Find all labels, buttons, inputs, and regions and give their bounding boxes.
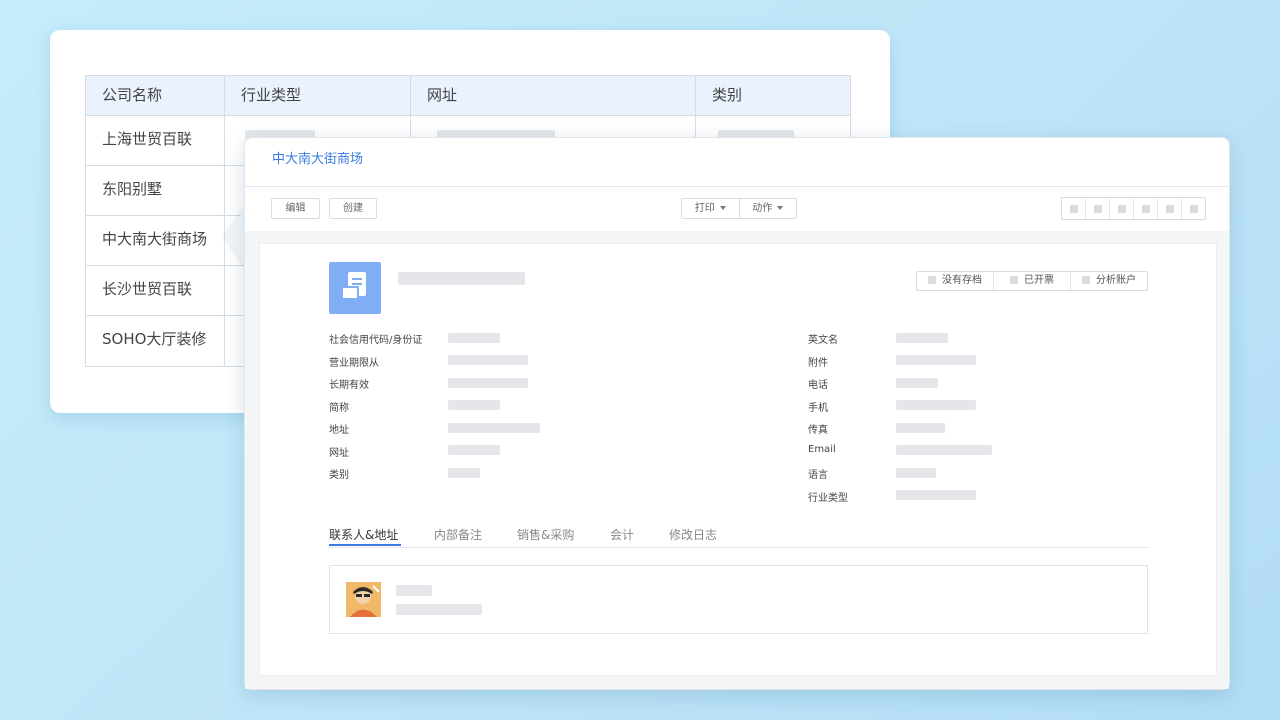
field-label-category: 类别 bbox=[329, 470, 349, 481]
field-label-website: 网址 bbox=[329, 448, 349, 459]
field-value-phone[interactable] bbox=[896, 378, 938, 388]
print-action-group: 打印 动作 bbox=[681, 198, 797, 219]
header-category[interactable]: 类别 bbox=[696, 76, 850, 115]
not-archived-label: 没有存档 bbox=[942, 275, 982, 286]
checkbox-icon bbox=[1082, 276, 1090, 284]
field-label-long-term: 长期有效 bbox=[329, 380, 369, 391]
tab-internal-notes[interactable]: 内部备注 bbox=[434, 526, 482, 543]
field-label-credit-code: 社会信用代码/身份证 bbox=[329, 335, 423, 346]
field-value-business-term[interactable] bbox=[448, 355, 528, 365]
company-name-cell[interactable]: 上海世贸百联 bbox=[86, 116, 225, 165]
company-name-cell[interactable]: 东阳别墅 bbox=[86, 166, 225, 215]
detail-tabs: 联系人&地址 内部备注 销售&采购 会计 修改日志 bbox=[329, 523, 1148, 548]
field-value-attachment[interactable] bbox=[896, 355, 976, 365]
invoiced-button[interactable]: 已开票 bbox=[994, 272, 1071, 290]
field-label-short-name: 简称 bbox=[329, 403, 349, 414]
analytic-account-label: 分析账户 bbox=[1096, 275, 1136, 286]
field-value-mobile[interactable] bbox=[896, 400, 976, 410]
view-switcher bbox=[1061, 197, 1206, 220]
field-label-phone: 电话 bbox=[808, 380, 828, 391]
field-label-mobile: 手机 bbox=[808, 403, 828, 414]
view-icon[interactable] bbox=[1134, 198, 1158, 219]
company-name-cell[interactable]: SOHO大厅装修 bbox=[86, 316, 225, 366]
field-label-fax: 传真 bbox=[808, 425, 828, 436]
view-icon[interactable] bbox=[1086, 198, 1110, 219]
contact-avatar bbox=[346, 582, 381, 617]
contact-name-placeholder bbox=[396, 585, 432, 596]
not-archived-button[interactable]: 没有存档 bbox=[917, 272, 994, 290]
header-company-name[interactable]: 公司名称 bbox=[86, 76, 225, 115]
field-value-address[interactable] bbox=[448, 423, 540, 433]
field-label-english-name: 英文名 bbox=[808, 335, 838, 346]
print-dropdown[interactable]: 打印 bbox=[682, 199, 740, 218]
company-name-cell[interactable]: 中大南大街商场 bbox=[86, 216, 225, 265]
field-value-industry-type[interactable] bbox=[896, 490, 976, 500]
field-value-english-name[interactable] bbox=[896, 333, 948, 343]
company-detail-card: 中大南大街商场 编辑 创建 打印 动作 没有存档 已开票 分析账户 社会信用代码… bbox=[244, 137, 1230, 690]
field-label-address: 地址 bbox=[329, 425, 349, 436]
invoiced-label: 已开票 bbox=[1024, 275, 1054, 286]
field-label-email: Email bbox=[808, 444, 836, 455]
checkbox-icon bbox=[1010, 276, 1018, 284]
form-sheet: 没有存档 已开票 分析账户 社会信用代码/身份证 营业期限从 长期有效 简称 地… bbox=[259, 243, 1217, 676]
create-button[interactable]: 创建 bbox=[329, 198, 377, 219]
person-photo-icon bbox=[346, 582, 381, 617]
analytic-account-button[interactable]: 分析账户 bbox=[1071, 272, 1147, 290]
detail-title[interactable]: 中大南大街商场 bbox=[245, 138, 1229, 187]
contact-detail-placeholder bbox=[396, 604, 482, 615]
table-header: 公司名称 行业类型 网址 类别 bbox=[86, 76, 850, 116]
field-label-language: 语言 bbox=[808, 470, 828, 481]
action-dropdown[interactable]: 动作 bbox=[740, 199, 797, 218]
field-value-language[interactable] bbox=[896, 468, 936, 478]
field-value-website[interactable] bbox=[448, 445, 500, 455]
chevron-down-icon bbox=[719, 206, 726, 210]
action-label: 动作 bbox=[752, 203, 773, 214]
company-avatar[interactable] bbox=[329, 262, 381, 314]
edit-button[interactable]: 编辑 bbox=[271, 198, 320, 219]
field-label-business-term: 营业期限从 bbox=[329, 358, 379, 369]
tab-contacts-address[interactable]: 联系人&地址 bbox=[329, 526, 398, 543]
view-icon[interactable] bbox=[1182, 198, 1205, 219]
tab-accounting[interactable]: 会计 bbox=[610, 526, 634, 543]
contact-card[interactable] bbox=[329, 565, 1148, 634]
field-value-long-term[interactable] bbox=[448, 378, 528, 388]
status-button-group: 没有存档 已开票 分析账户 bbox=[916, 271, 1148, 291]
print-label: 打印 bbox=[694, 203, 715, 214]
checkbox-icon bbox=[928, 276, 936, 284]
field-value-short-name[interactable] bbox=[448, 400, 500, 410]
detail-toolbar: 编辑 创建 打印 动作 bbox=[245, 187, 1229, 231]
field-label-industry-type: 行业类型 bbox=[808, 493, 848, 504]
card-icon bbox=[341, 286, 359, 300]
field-value-category[interactable] bbox=[448, 468, 480, 478]
active-tab-indicator bbox=[329, 544, 401, 546]
field-label-attachment: 附件 bbox=[808, 358, 828, 369]
view-icon[interactable] bbox=[1062, 198, 1086, 219]
view-icon[interactable] bbox=[1110, 198, 1134, 219]
company-name-placeholder bbox=[398, 272, 525, 285]
header-industry-type[interactable]: 行业类型 bbox=[225, 76, 411, 115]
company-name-cell[interactable]: 长沙世贸百联 bbox=[86, 266, 225, 315]
header-website[interactable]: 网址 bbox=[411, 76, 696, 115]
tab-sales-purchase[interactable]: 销售&采购 bbox=[517, 526, 574, 543]
view-icon[interactable] bbox=[1158, 198, 1182, 219]
tab-change-log[interactable]: 修改日志 bbox=[669, 526, 717, 543]
field-value-fax[interactable] bbox=[896, 423, 945, 433]
field-value-email[interactable] bbox=[896, 445, 992, 455]
field-value-credit-code[interactable] bbox=[448, 333, 500, 343]
chevron-down-icon bbox=[777, 206, 784, 210]
